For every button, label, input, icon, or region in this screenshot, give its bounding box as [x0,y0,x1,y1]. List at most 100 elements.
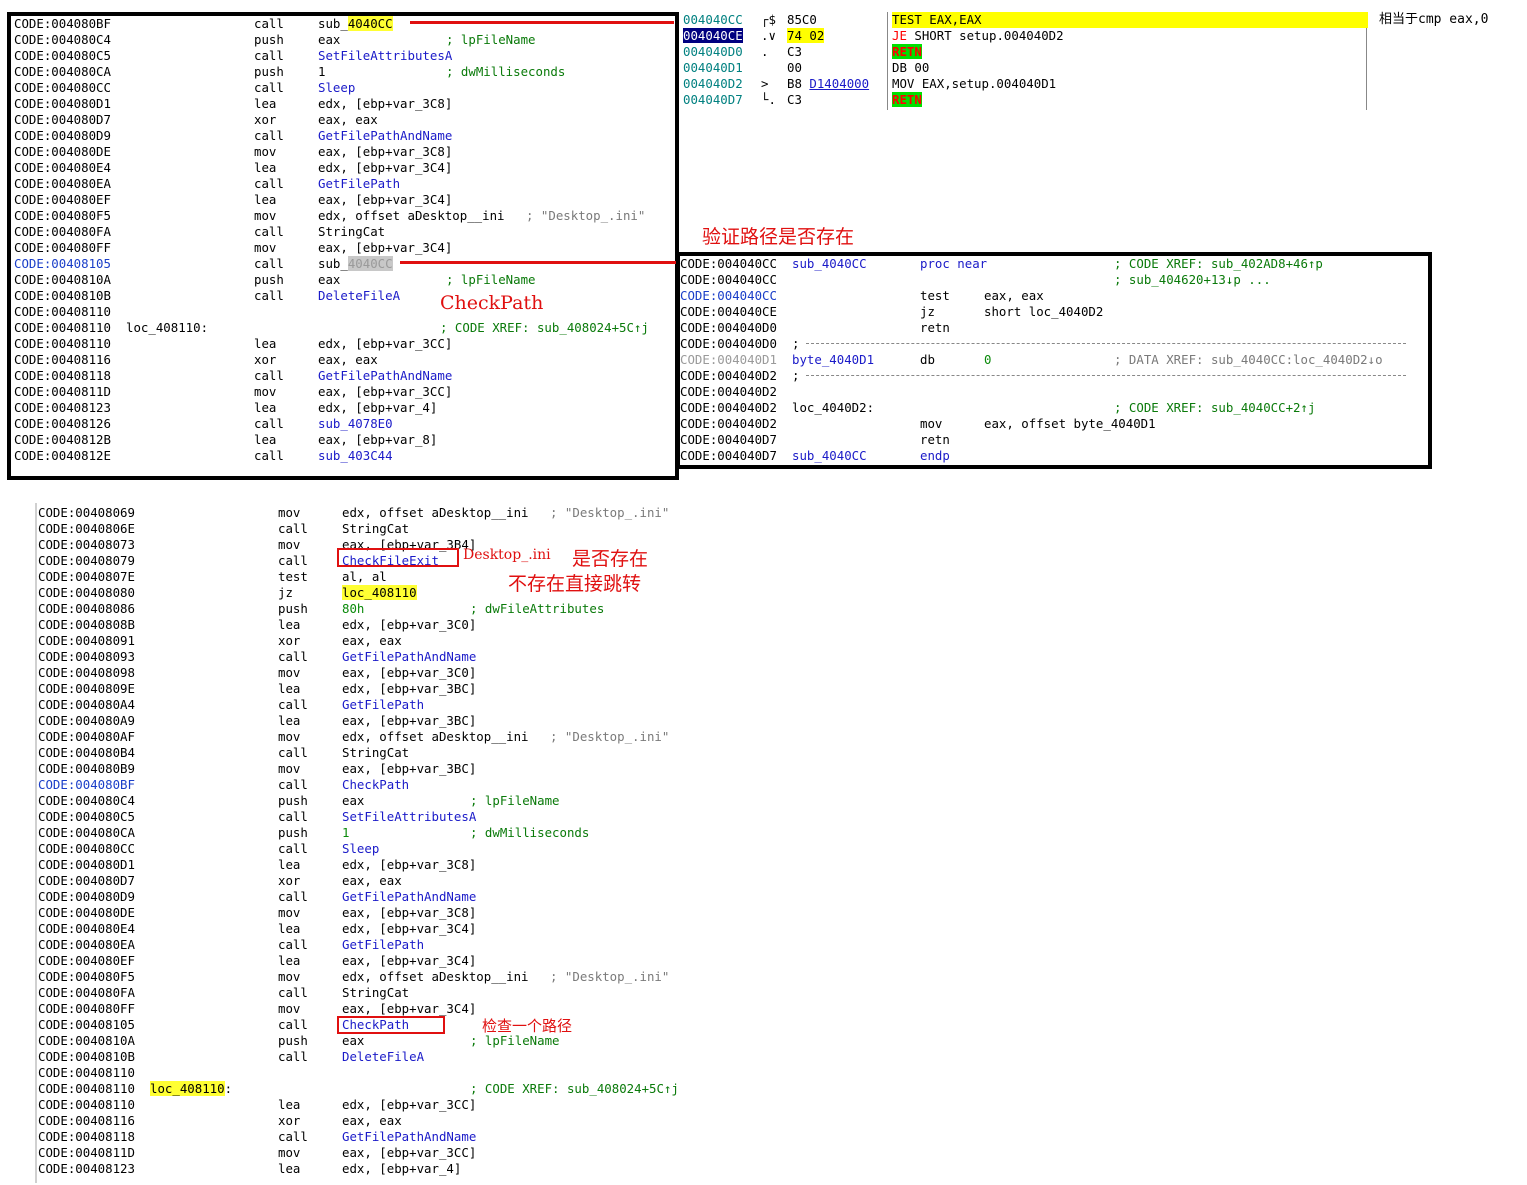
col-cell: GetFilePath [342,937,424,953]
asm-row[interactable]: CODE:0040810B call DeleteFileA [14,288,674,304]
asm-row[interactable]: CODE:004080EF lea eax, [ebp+var_3C4] [14,192,674,208]
asm-row[interactable]: CODE:00408110 lea edx, [ebp+var_3CC] [14,336,674,352]
asm-row[interactable]: CODE:004080CA push 1 ; dwMilliseconds [38,825,718,841]
asm-row[interactable]: CODE:00408110 lea edx, [ebp+var_3CC] [38,1097,718,1113]
asm-row[interactable]: CODE:00408123 lea edx, [ebp+var_4] [14,400,674,416]
asm-row[interactable]: CODE:004080C5 call SetFileAttributesA [14,48,674,64]
asm-row[interactable]: CODE:004080BF call sub_4040CC [14,16,674,32]
proc-row[interactable]: CODE:004040D2 [680,384,1426,400]
asm-row[interactable]: CODE:0040810A push eax; lpFileName [38,1033,718,1049]
asm-row[interactable]: CODE:004080A9 lea eax, [ebp+var_3BC] [38,713,718,729]
asm-row[interactable]: CODE:004080B4 call StringCat [38,745,718,761]
asm-row[interactable]: CODE:0040811D mov eax, [ebp+var_3CC] [38,1145,718,1161]
proc-row[interactable]: CODE:004040D2 mov eax, offset byte_4040D1 [680,416,1426,432]
asm-row[interactable]: CODE:004080FF mov eax, [ebp+var_3C4] [38,1001,718,1017]
asm-row[interactable]: CODE:0040808B lea edx, [ebp+var_3C0] [38,617,718,633]
col-cell: CODE:004080C5 [14,48,111,64]
proc-row[interactable]: CODE:004040D7 sub_4040CC endp [680,448,1426,464]
asm-row[interactable]: CODE:00408118 call GetFilePathAndName [38,1129,718,1145]
asm-row[interactable]: CODE:00408105 call sub_4040CC [14,256,674,272]
col-cell: lea [254,432,276,448]
asm-row[interactable]: CODE:0040810A push eax; lpFileName [14,272,674,288]
debugger-row[interactable]: 004040D0. C3 RETN [683,44,1513,60]
asm-row[interactable]: CODE:00408126 call sub_4078E0 [14,416,674,432]
proc-row[interactable]: CODE:004040D1 byte_4040D1 db 0 ; DATA XREF: … [680,352,1426,368]
asm-row[interactable]: CODE:0040812E call sub_403C44 [14,448,674,464]
asm-address: CODE:0040810A [38,1033,135,1048]
proc-row[interactable]: CODE:004040D0; [680,336,1426,352]
asm-row[interactable]: CODE:0040809E lea edx, [ebp+var_3BC] [38,681,718,697]
asm-row[interactable]: CODE:00408069 mov edx, offset aDesktop__in… [38,505,718,521]
asm-row[interactable]: CODE:0040806E call StringCat [38,521,718,537]
debugger-disasm: 004040CC ┌$ 85C0 TEST EAX,EAX 004040CE .∨ 74 0… [683,12,1513,112]
col-cell: call [278,889,308,905]
asm-row[interactable]: CODE:004080D1 lea edx, [ebp+var_3C8] [38,857,718,873]
asm-row[interactable]: CODE:004080AF mov edx, offset aDesktop__in… [38,729,718,745]
asm-row[interactable]: CODE:004080D7 xor eax, eax [14,112,674,128]
proc-row[interactable]: CODE:004040CC ; sub_404620+13↓p ... [680,272,1426,288]
asm-row[interactable]: CODE:00408086 push 80h ; dwFileAttributes [38,601,718,617]
proc-row[interactable]: CODE:004040D2 loc_4040D2: ; CODE XREF: sub… [680,400,1426,416]
asm-row[interactable]: CODE:004080C4 push eax ; lpFileName [14,32,674,48]
proc-row[interactable]: CODE:004040D7 retn [680,432,1426,448]
asm-row[interactable]: CODE:004080EA call GetFilePath [14,176,674,192]
asm-mnemonic: call [254,256,284,271]
asm-row[interactable]: CODE:0040810B call DeleteFileA [38,1049,718,1065]
col-cell: lea [254,96,276,112]
asm-row[interactable]: CODE:004080F5 mov edx, offset aDesktop__in… [38,969,718,985]
col-cell: StringCat [342,521,409,537]
asm-row[interactable]: CODE:004080BF call CheckPath [38,777,718,793]
asm-row[interactable]: CODE:00408110 [38,1065,718,1081]
asm-row[interactable]: CODE:004080EF lea eax, [ebp+var_3C4] [38,953,718,969]
col-cell: CODE:00408116 [38,1113,135,1129]
asm-row[interactable]: CODE:004080D7 xor eax, eax [38,873,718,889]
col-cell: RETN [892,44,922,60]
asm-mnemonic: call [278,809,308,824]
col-cell: ; [792,368,799,384]
debugger-row[interactable]: 004040D7 └. C3 RETN [683,92,1513,108]
asm-row[interactable]: CODE:004080EA call GetFilePath [38,937,718,953]
asm-row[interactable]: CODE:00408110 loc_408110: ; CODE XREF: sub… [14,320,674,336]
asm-row[interactable]: CODE:00408116 xor eax, eax [14,352,674,368]
col-cell: edx, offset aDesktop__ini [342,729,529,745]
asm-row[interactable]: CODE:004080F5 mov edx, offset aDesktop__in… [14,208,674,224]
asm-row[interactable]: CODE:00408098 mov eax, [ebp+var_3C0] [38,665,718,681]
asm-row[interactable]: CODE:004080D1 lea edx, [ebp+var_3C8] [14,96,674,112]
asm-row[interactable]: CODE:0040811D mov eax, [ebp+var_3CC] [14,384,674,400]
proc-row[interactable]: CODE:004040CE jz short loc_4040D2 [680,304,1426,320]
asm-row[interactable]: CODE:004080FA call StringCat [38,985,718,1001]
asm-row[interactable]: CODE:00408093 call GetFilePathAndName [38,649,718,665]
asm-row[interactable]: CODE:004080D9 call GetFilePathAndName [14,128,674,144]
asm-row[interactable]: CODE:004080A4 call GetFilePath [38,697,718,713]
debugger-row[interactable]: 004040D2 > B8 D1404000 MOV EAX,setup.004040… [683,76,1513,92]
asm-row[interactable]: CODE:00408110 loc_408110: ; CODE XREF: sub… [38,1081,718,1097]
asm-row[interactable]: CODE:00408123 lea edx, [ebp+var_4] [38,1161,718,1177]
proc-row[interactable]: CODE:004040D0 retn [680,320,1426,336]
debugger-row[interactable]: 004040CE .∨ 74 02 JE SHORT setup.004040D2 [683,28,1513,44]
asm-row[interactable]: CODE:004080C5 call SetFileAttributesA [38,809,718,825]
debugger-row[interactable]: 004040D1 00 DB 00 [683,60,1513,76]
asm-row[interactable]: CODE:00408118 call GetFilePathAndName [14,368,674,384]
asm-row[interactable]: CODE:004080CC call Sleep [14,80,674,96]
asm-row[interactable]: CODE:004080DE mov eax, [ebp+var_3C8] [38,905,718,921]
asm-row[interactable]: CODE:004080FA call StringCat [14,224,674,240]
asm-row[interactable]: CODE:004080B9 mov eax, [ebp+var_3BC] [38,761,718,777]
proc-row[interactable]: CODE:004040CC sub_4040CC proc near ; CODE X… [680,256,1426,272]
asm-row[interactable]: CODE:004080C4 push eax ; lpFileName [38,793,718,809]
asm-row[interactable]: CODE:00408116 xor eax, eax [38,1113,718,1129]
asm-row[interactable]: CODE:004080DE mov eax, [ebp+var_3C8] [14,144,674,160]
asm-row[interactable]: CODE:004080CA push 1 ; dwMilliseconds [14,64,674,80]
asm-row[interactable]: CODE:004080E4 lea edx, [ebp+var_3C4] [14,160,674,176]
asm-row[interactable]: CODE:004080CC call Sleep [38,841,718,857]
asm-row[interactable]: CODE:0040812B lea eax, [ebp+var_8] [14,432,674,448]
asm-row[interactable]: CODE:00408091 xor eax, eax [38,633,718,649]
asm-row[interactable]: CODE:00408110 [14,304,674,320]
asm-row[interactable]: CODE:004080E4 lea edx, [ebp+var_3C4] [38,921,718,937]
proc-row[interactable]: CODE:004040D2; [680,368,1426,384]
asm-row[interactable]: CODE:004080D9 call GetFilePathAndName [38,889,718,905]
asm-operand-group: StringCat [318,224,385,239]
debugger-jump-marker: . [761,44,769,59]
proc-row[interactable]: CODE:004040CC test eax, eax [680,288,1426,304]
asm-row[interactable]: CODE:004080FF mov eax, [ebp+var_3C4] [14,240,674,256]
asm-mnemonic: call [278,985,308,1000]
